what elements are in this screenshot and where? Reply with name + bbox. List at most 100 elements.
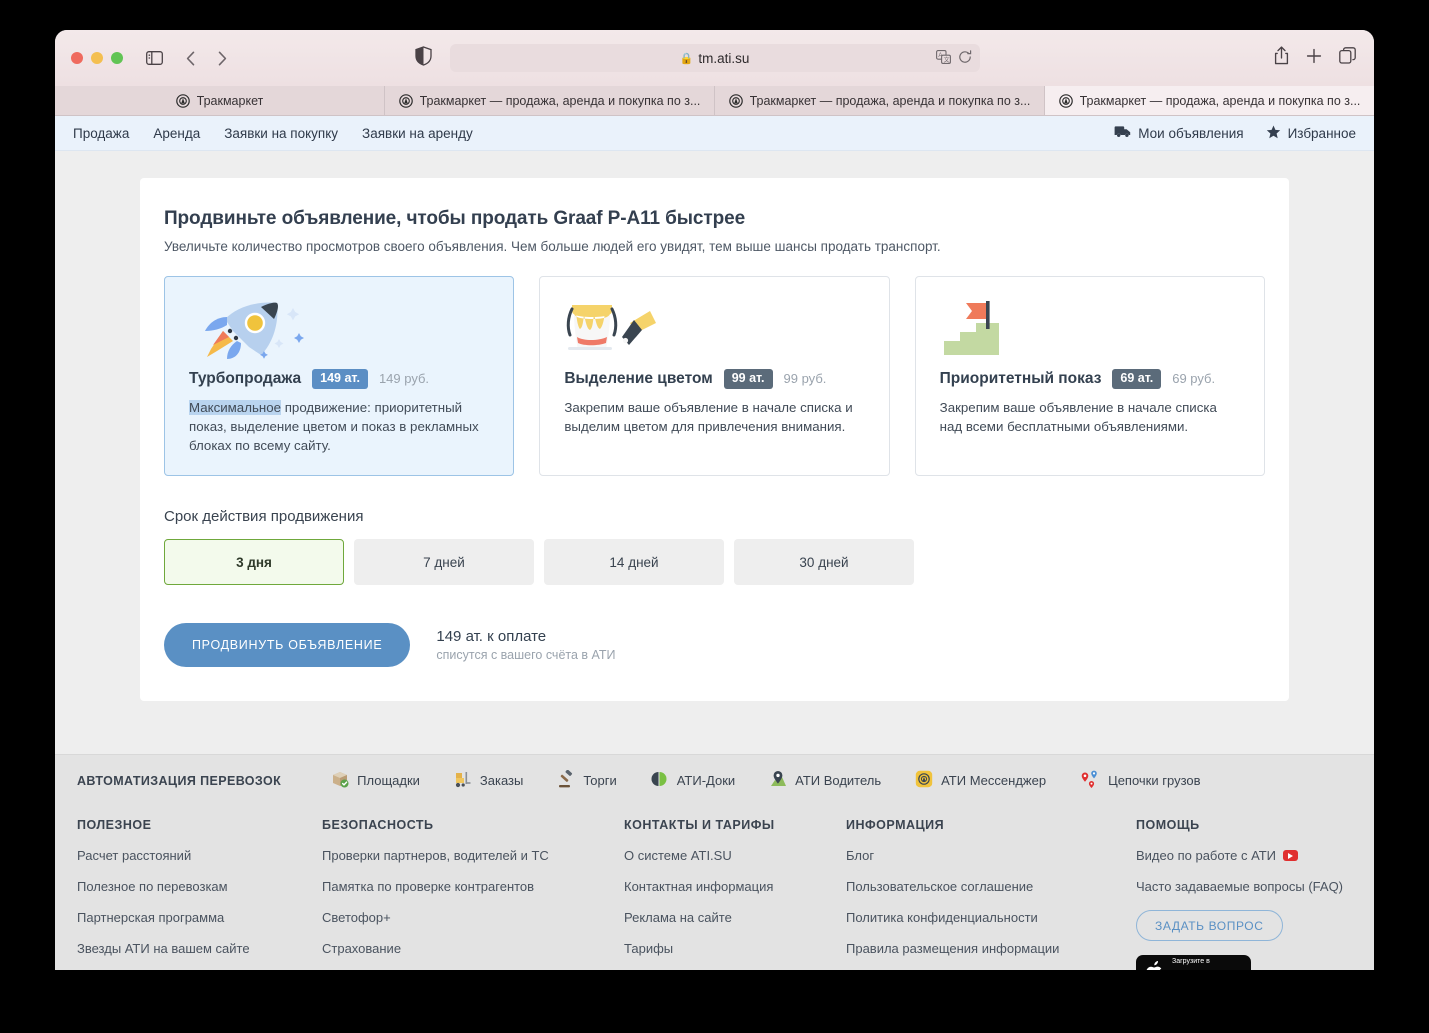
footer-service-ati-doki[interactable]: АТИ-Доки	[651, 770, 735, 791]
rocket-icon	[189, 297, 491, 359]
promo-option-turboprodazha[interactable]: Турбопродажа 149 ат. 149 руб. Максимальн…	[164, 276, 515, 477]
app-store-text: Загрузите в App Store	[1172, 950, 1241, 970]
nav-label: Заявки на покупку	[224, 125, 339, 141]
page-subtitle: Увеличьте количество просмотров своего о…	[164, 239, 941, 254]
app-store-big: App Store	[1172, 967, 1241, 970]
browser-tab-active[interactable]: Тракмаркет — продажа, аренда и покупка п…	[1045, 86, 1374, 115]
footer-link[interactable]: Звезды АТИ на вашем сайте	[77, 941, 322, 956]
promo-name: Выделение цветом	[564, 369, 713, 387]
chain-pins-icon	[1080, 770, 1100, 791]
promote-ad-button[interactable]: ПРОДВИНУТЬ ОБЪЯВЛЕНИЕ	[164, 623, 411, 668]
footer-link[interactable]: Пользовательское соглашение	[846, 879, 1136, 894]
footer-link[interactable]: Светофор+	[322, 910, 624, 925]
footer-link[interactable]: Тарифы	[624, 941, 846, 956]
lock-icon: 🔒	[679, 52, 694, 65]
footer-column-informaciya: ИНФОРМАЦИЯ Блог Пользовательское соглаше…	[846, 818, 1136, 970]
close-window-button[interactable]	[71, 52, 83, 64]
promo-price-badge: 149 ат.	[312, 369, 368, 389]
footer-service-ploschadki[interactable]: Площадки	[331, 770, 420, 791]
app-store-badge[interactable]: Загрузите в App Store	[1136, 955, 1251, 970]
promo-description: Закрепим ваше объявление в начале списка…	[564, 399, 853, 434]
nav-item-my-ads[interactable]: Мои объявления	[1114, 125, 1244, 141]
promo-title-row: Турбопродажа 149 ат. 149 руб.	[189, 369, 491, 389]
duration-option-14[interactable]: 14 дней	[544, 539, 724, 586]
promo-title-row: Выделение цветом 99 ат. 99 руб.	[564, 369, 866, 389]
nav-arrows	[179, 47, 233, 69]
footer-link-label: Видео по работе с АТИ	[1136, 848, 1277, 864]
browser-tab[interactable]: Тракмаркет — продажа, аренда и покупка п…	[715, 86, 1045, 115]
flag-steps-icon	[940, 297, 1242, 359]
new-tab-icon[interactable]	[1306, 48, 1322, 69]
apple-icon	[1146, 960, 1165, 970]
site-nav-left: Продажа Аренда Заявки на покупку Заявки …	[73, 126, 473, 141]
footer-link[interactable]: О системе ATI.SU	[624, 848, 846, 863]
forward-icon[interactable]	[211, 47, 233, 69]
footer-service-label: АТИ Мессенджер	[941, 773, 1047, 789]
footer-services-bar: АВТОМАТИЗАЦИЯ ПЕРЕВОЗОК Площадки Заказы …	[55, 754, 1374, 807]
nav-item-zayavki-pokupku[interactable]: Заявки на покупку	[224, 126, 338, 141]
back-icon[interactable]	[179, 47, 201, 69]
duration-option-3[interactable]: 3 дня	[164, 539, 344, 586]
promo-option-prioritetnyy-pokaz[interactable]: Приоритетный показ 69 ат. 69 руб. Закреп…	[914, 276, 1265, 477]
sidebar-icon[interactable]	[141, 45, 167, 71]
nav-item-prodazha[interactable]: Продажа	[73, 126, 129, 141]
footer-link[interactable]: Контактная информация	[624, 879, 846, 894]
cta-row: ПРОДВИНУТЬ ОБЪЯВЛЕНИЕ 149 ат. к оплате с…	[164, 623, 1265, 668]
map-pin-icon	[769, 770, 787, 791]
footer-service-zakazy[interactable]: Заказы	[454, 770, 523, 791]
browser-tab[interactable]: Тракмаркет	[55, 86, 385, 115]
footer-column-title: БЕЗОПАСНОСТЬ	[322, 818, 434, 833]
cta-note: списутся с вашего счёта в АТИ	[436, 648, 616, 663]
gavel-icon	[557, 769, 575, 791]
footer-link[interactable]: Проверки партнеров, водителей и ТС	[322, 848, 624, 863]
duration-option-30[interactable]: 30 дней	[734, 539, 914, 586]
nav-item-arenda[interactable]: Аренда	[153, 126, 200, 141]
footer-services-title: АВТОМАТИЗАЦИЯ ПЕРЕВОЗОК	[77, 773, 282, 788]
ati-doki-icon	[651, 770, 669, 791]
page-content: Продвиньте объявление, чтобы продать Gra…	[55, 151, 1374, 970]
tab-title: Тракмаркет	[196, 93, 264, 108]
nav-item-zayavki-arendu[interactable]: Заявки на аренду	[362, 126, 473, 141]
shield-icon[interactable]	[415, 46, 439, 70]
footer-link[interactable]: Страхование	[322, 941, 624, 956]
footer-link-faq[interactable]: Часто задаваемые вопросы (FAQ)	[1136, 879, 1374, 894]
ask-question-button[interactable]: ЗАДАТЬ ВОПРОС	[1136, 910, 1283, 942]
footer-service-ati-messenger[interactable]: АТИ Мессенджер	[915, 770, 1046, 791]
minimize-window-button[interactable]	[91, 52, 103, 64]
footer-link[interactable]: Партнерская программа	[77, 910, 322, 925]
footer-link[interactable]: Политика конфиденциальности	[846, 910, 1136, 925]
footer-link[interactable]: Полезное по перевозкам	[77, 879, 322, 894]
footer-link[interactable]: Расчет расстояний	[77, 848, 322, 863]
footer-link[interactable]: Блог	[846, 848, 1136, 863]
reload-icon[interactable]	[958, 49, 972, 67]
maximize-window-button[interactable]	[111, 52, 123, 64]
star-icon	[1266, 125, 1281, 142]
cta-info: 149 ат. к оплате списутся с вашего счёта…	[436, 628, 615, 662]
footer-column-title: ИНФОРМАЦИЯ	[846, 818, 945, 833]
share-icon[interactable]	[1274, 46, 1289, 70]
duration-option-7[interactable]: 7 дней	[354, 539, 534, 586]
footer-link[interactable]: Памятка по проверке контрагентов	[322, 879, 624, 894]
footer-service-ati-voditel[interactable]: АТИ Водитель	[769, 770, 881, 791]
selected-text: Максимальное	[189, 399, 282, 415]
promo-price-rub: 149 руб.	[378, 371, 430, 387]
footer-link-video[interactable]: Видео по работе с АТИ	[1136, 848, 1374, 863]
promo-description: Закрепим ваше объявление в начале списка…	[939, 399, 1217, 434]
site-favicon	[398, 93, 413, 108]
nav-item-favorites[interactable]: Избранное	[1266, 125, 1356, 142]
address-bar[interactable]: 🔒 tm.ati.su A 文	[449, 44, 980, 72]
nav-label: Мои объявления	[1138, 125, 1244, 141]
footer-service-torgi[interactable]: Торги	[557, 769, 617, 791]
footer-link[interactable]: Реклама на сайте	[624, 910, 846, 925]
footer-service-cepochki-gruzov[interactable]: Цепочки грузов	[1080, 770, 1201, 791]
site-favicon	[175, 93, 190, 108]
translate-icon[interactable]: A 文	[935, 49, 951, 67]
youtube-icon	[1283, 850, 1299, 862]
tab-overview-icon[interactable]	[1339, 47, 1356, 69]
promo-option-vydelenie-cvetom[interactable]: Выделение цветом 99 ат. 99 руб. Закрепим…	[539, 276, 890, 477]
app-store-small: Загрузите в	[1172, 957, 1210, 965]
tab-title: Тракмаркет — продажа, аренда и покупка п…	[1079, 93, 1361, 108]
browser-tab[interactable]: Тракмаркет — продажа, аренда и покупка п…	[385, 86, 715, 115]
promo-price-badge: 99 ат.	[723, 369, 773, 389]
footer-link[interactable]: Правила размещения информации	[846, 941, 1136, 956]
